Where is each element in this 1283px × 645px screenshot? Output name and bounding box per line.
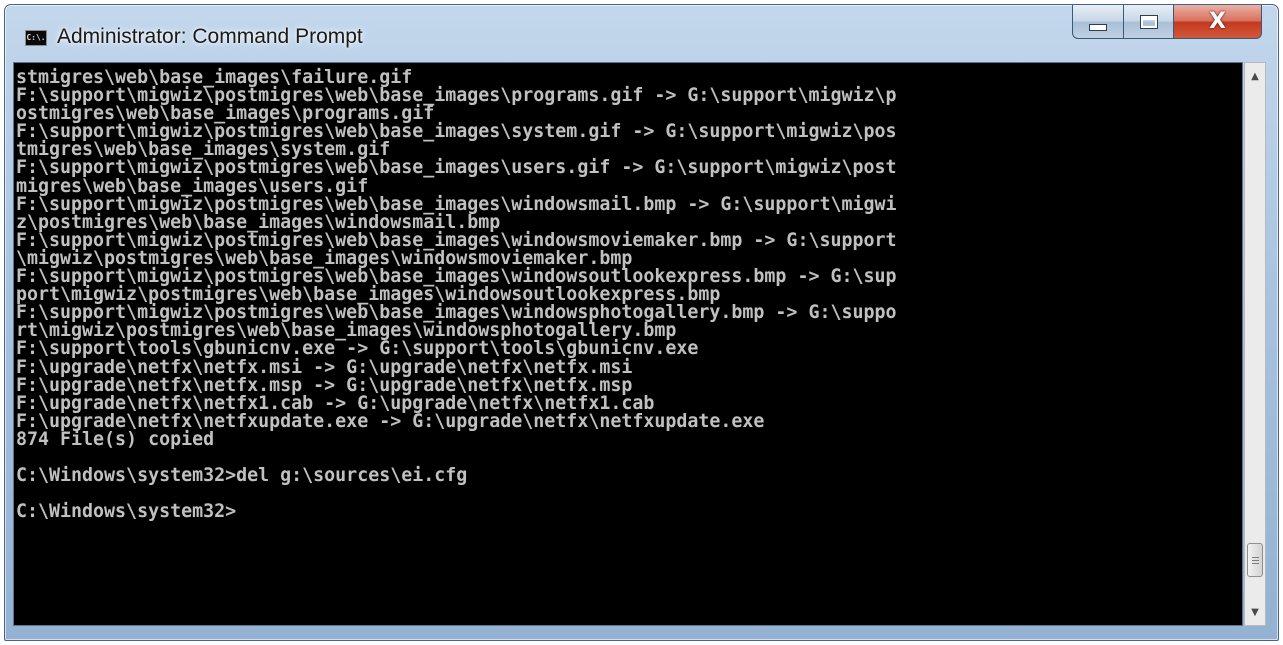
window-controls: X xyxy=(1072,5,1272,41)
maximize-icon xyxy=(1139,14,1158,29)
console-line: F:\support\tools\gbunicnv.exe -> G:\supp… xyxy=(16,338,699,360)
minimize-button[interactable] xyxy=(1072,5,1124,39)
console-line: F:\upgrade\netfx\netfx.msp -> G:\upgrade… xyxy=(16,374,633,396)
minimize-icon xyxy=(1089,24,1107,31)
scroll-thumb[interactable] xyxy=(1247,543,1263,577)
scroll-up-icon[interactable]: ▲ xyxy=(1245,65,1265,87)
maximize-button[interactable] xyxy=(1124,5,1174,39)
console-text: stmigres\web\base_images\failure.gif F:\s… xyxy=(16,68,897,523)
cmd-icon[interactable]: C:\. xyxy=(25,30,47,46)
close-icon: X xyxy=(1209,8,1226,34)
console-line: F:\upgrade\netfx\netfx.msi -> G:\upgrade… xyxy=(16,356,633,378)
scroll-down-icon[interactable]: ▼ xyxy=(1245,601,1265,623)
console-line: F:\support\migwiz\postmigres\web\base_im… xyxy=(16,157,897,179)
grip-icon xyxy=(1251,556,1259,564)
vertical-scrollbar[interactable]: ▲ ▼ xyxy=(1244,62,1266,626)
console-line: C:\Windows\system32>del g:\sources\ei.cf… xyxy=(16,465,468,487)
console-line: C:\Windows\system32> xyxy=(16,501,237,523)
console-output[interactable]: stmigres\web\base_images\failure.gif F:\s… xyxy=(13,62,1243,626)
console-line: 874 File(s) copied xyxy=(16,428,215,450)
close-button[interactable]: X xyxy=(1174,5,1262,39)
console-line: migres\web\base_images\users.gif xyxy=(16,175,369,197)
window-title: Administrator: Command Prompt xyxy=(57,25,363,48)
